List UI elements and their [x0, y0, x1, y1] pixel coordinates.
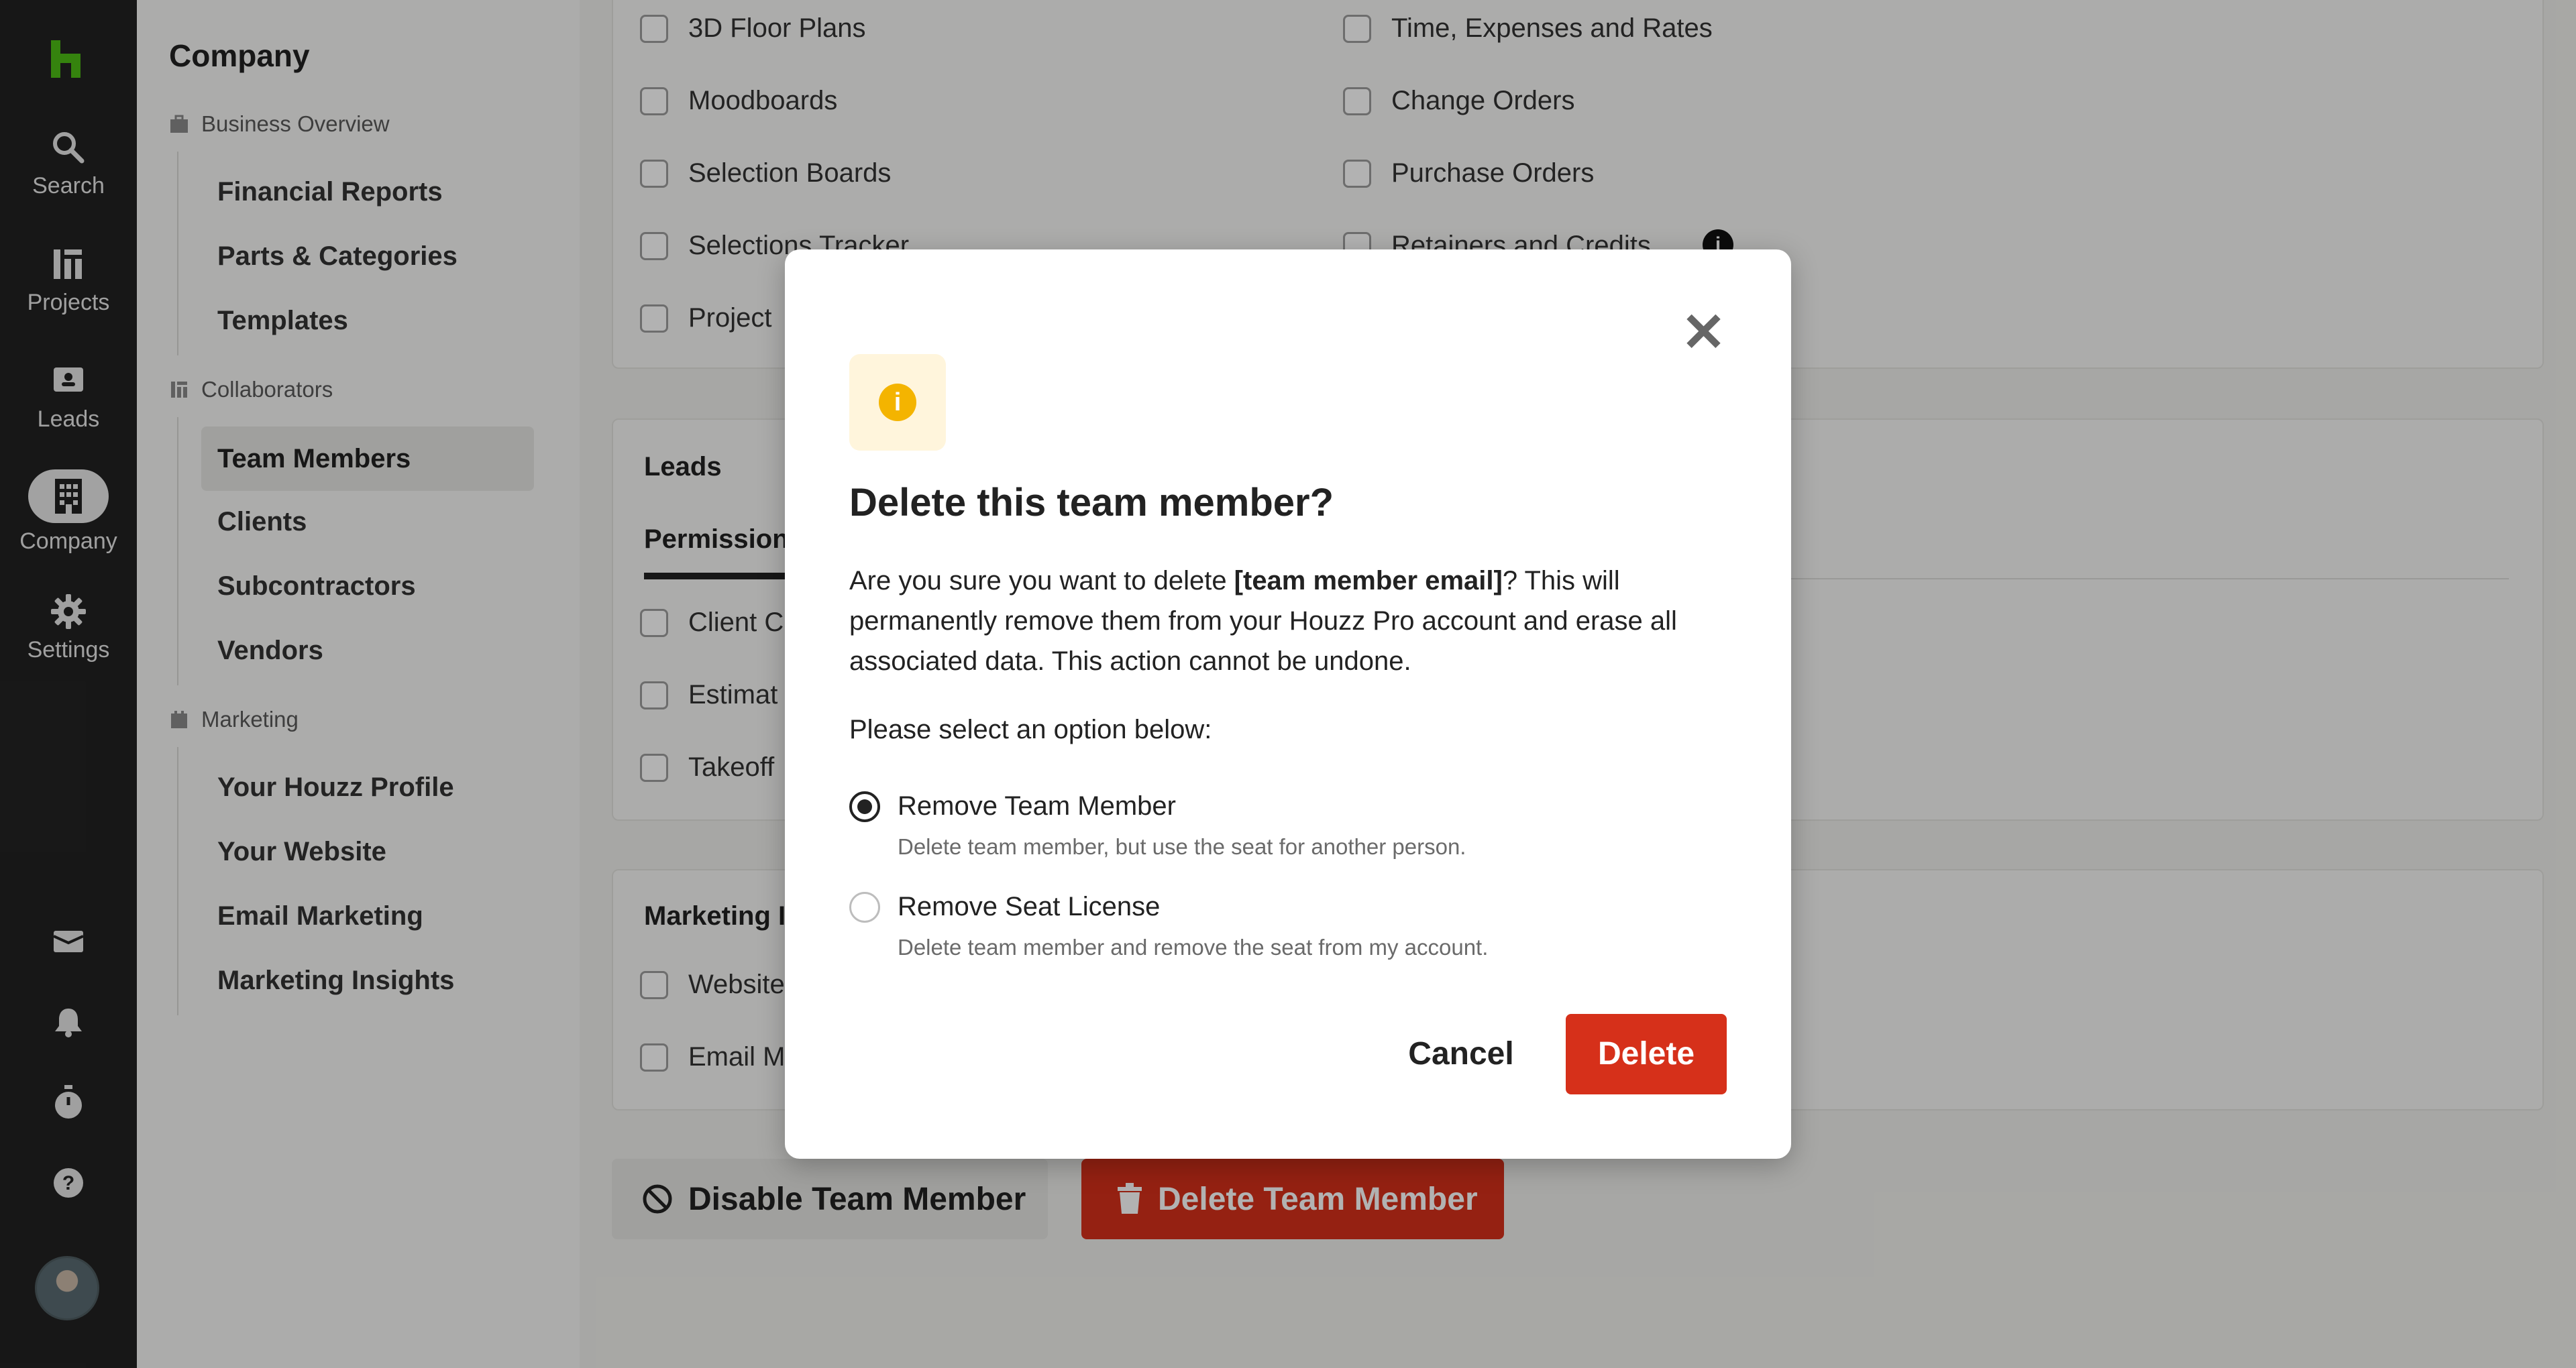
delete-member-dialog: ✕ i Delete this team member? Are you sur…: [785, 249, 1791, 1159]
option-desc: Delete team member and remove the seat f…: [898, 935, 1489, 960]
close-icon[interactable]: ✕: [1681, 306, 1726, 359]
body-text-pre: Are you sure you want to delete: [849, 566, 1234, 595]
radio-remove-seat-license[interactable]: [849, 892, 880, 923]
option-prompt: Please select an option below:: [849, 715, 1212, 744]
cancel-button[interactable]: Cancel: [1394, 1014, 1528, 1094]
confirm-delete-button[interactable]: Delete: [1566, 1014, 1727, 1094]
info-warning-icon: i: [879, 384, 916, 421]
warning-badge: i: [849, 354, 946, 451]
dialog-body: Are you sure you want to delete [team me…: [849, 561, 1735, 681]
body-email-placeholder: [team member email]: [1234, 566, 1503, 595]
option-label-remove-seat-license[interactable]: Remove Seat License: [898, 892, 1160, 922]
radio-remove-team-member[interactable]: [849, 791, 880, 822]
option-label-remove-team-member[interactable]: Remove Team Member: [898, 791, 1176, 821]
option-desc: Delete team member, but use the seat for…: [898, 834, 1466, 859]
dialog-title: Delete this team member?: [849, 481, 1334, 524]
